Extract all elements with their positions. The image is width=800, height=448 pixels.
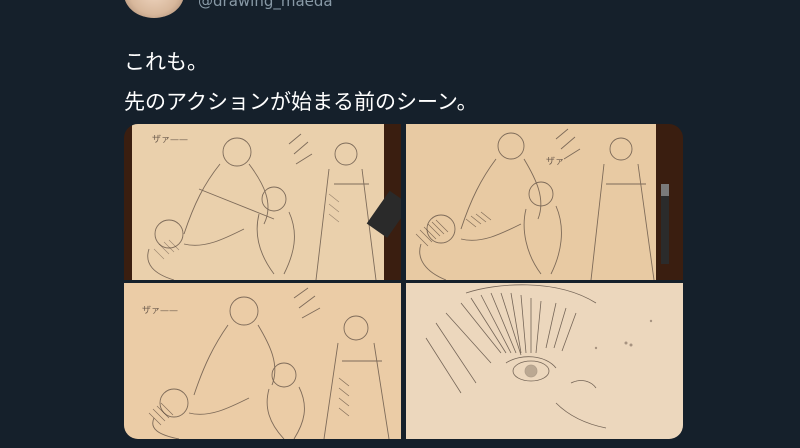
- sfx-text-1: ザァ——: [152, 134, 188, 145]
- sfx-text-2: ザァ: [546, 156, 564, 167]
- photo-2[interactable]: ザァ: [406, 124, 683, 280]
- photo-1[interactable]: ザァ——: [124, 124, 401, 280]
- photo-3[interactable]: ザァ——: [124, 283, 401, 439]
- sketch-image-4: [406, 283, 683, 439]
- tweet-line-2: 先のアクションが始まる前のシーン。: [124, 90, 478, 114]
- sfx-text-3: ザァ——: [142, 305, 178, 316]
- tweet-line-1: これも。: [124, 50, 208, 74]
- sketch-image-2: ザァ: [406, 124, 683, 280]
- sketch-image-1: ザァ——: [124, 124, 401, 280]
- photo-4[interactable]: [406, 283, 683, 439]
- sketch-image-3: ザァ——: [124, 283, 401, 439]
- media-grid: ザァ—— ザァ ザァ——: [124, 124, 683, 439]
- user-handle[interactable]: @drawing_maeda: [198, 0, 333, 10]
- avatar[interactable]: [124, 0, 184, 18]
- tweet-text: これも。 先のアクションが始まる前のシーン。: [124, 42, 478, 122]
